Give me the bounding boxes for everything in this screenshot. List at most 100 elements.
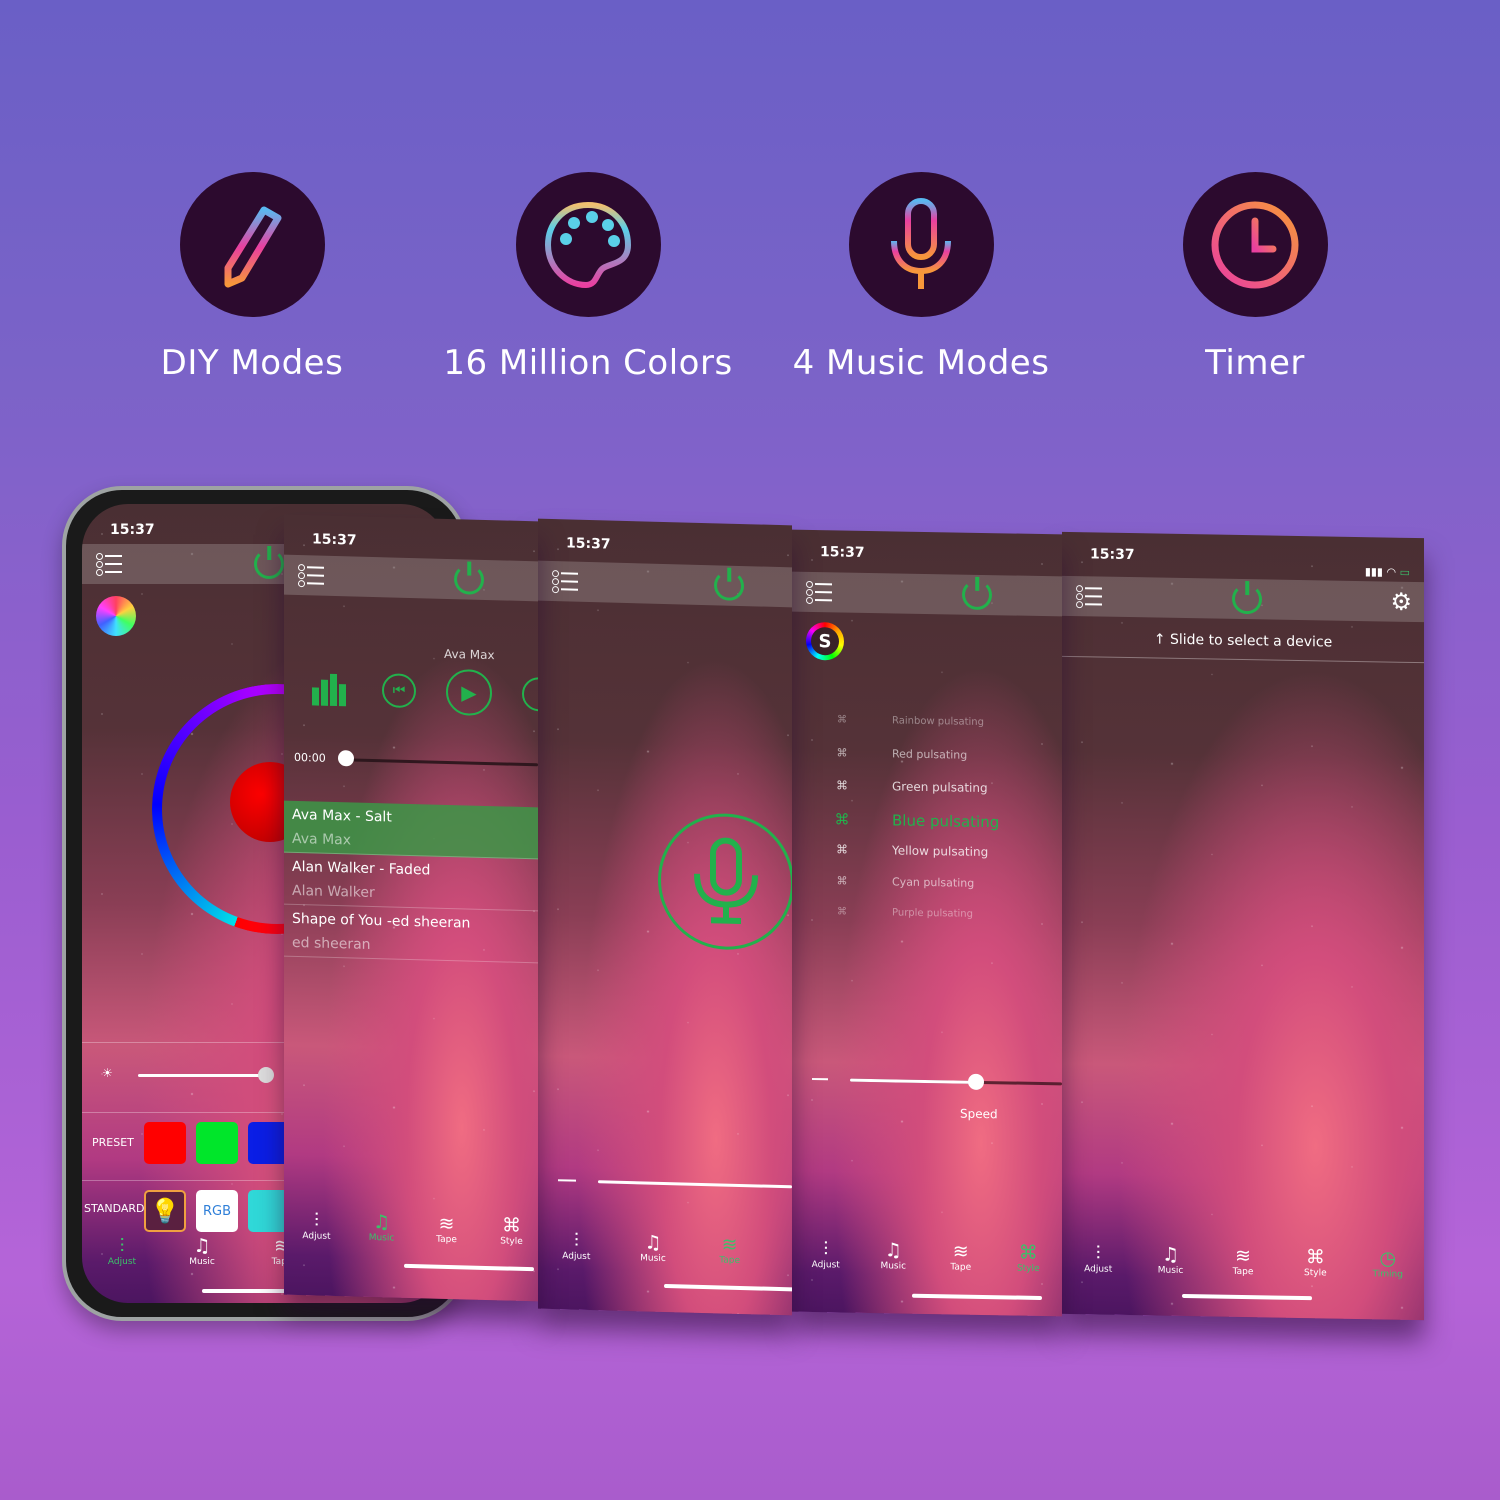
style-list-item[interactable]: ⌘ Red pulsating [792,746,1062,764]
tab-tape[interactable]: ≋ Tape [417,1212,477,1246]
power-icon[interactable] [254,549,284,579]
style-list-item[interactable]: ⌘ Yellow pulsating [792,842,1062,861]
status-time: 15:37 [312,531,357,549]
command-icon: ⌘ [837,714,847,726]
brightness-slider-knob[interactable] [258,1067,274,1083]
song-list-item[interactable]: Alan Walker - Faded Alan Walker [284,852,538,912]
tab-adjust[interactable]: ⫶ Adjust [546,1229,606,1263]
wave-note-icon: ≋ [952,1240,969,1263]
gear-icon[interactable]: ⚙ [1390,588,1412,616]
feature-16-million-colors: 16 Million Colors [438,172,738,383]
tab-music[interactable]: ♫ Music [352,1210,412,1244]
play-button[interactable]: ▶ [446,668,492,717]
tab-tape[interactable]: ≋ Tape [700,1233,760,1267]
previous-track-button[interactable]: ⏮ [382,673,416,709]
style-list-item[interactable]: ⌘ Rainbow pulsating [792,714,1062,730]
tab-music[interactable]: ♫ Music [623,1231,683,1265]
tab-style[interactable]: ⌘ Style [998,1241,1058,1274]
elapsed-time: 00:00 [294,750,326,765]
brightness-slider[interactable] [138,1074,266,1077]
speed-slider-knob[interactable] [968,1073,984,1090]
next-track-button[interactable] [522,676,538,712]
sliders-icon: ⫶ [823,1238,829,1261]
menu-icon[interactable] [806,580,834,604]
timer-icon: ◷ [1379,1247,1397,1270]
progress-slider[interactable] [346,758,538,767]
song-list-item[interactable]: Shape of You -ed sheeran ed sheeran [284,904,538,964]
tab-music[interactable]: ♫ Music [172,1235,232,1267]
style-list-item[interactable]: ⌘ Cyan pulsating [792,874,1062,892]
style-name: Green pulsating [892,779,988,796]
tab-timing[interactable]: ◷ Timing [1358,1247,1418,1280]
song-list: Ava Max - Salt Ava Max Alan Walker - Faded… [284,800,538,964]
app-screen-music: 15:37 Ava Max ⏮ ▶ 00:00 Ava Max - Salt Av… [284,514,538,1302]
sensitivity-min-icon [558,1179,576,1182]
color-wheel-icon[interactable] [96,596,136,636]
music-note-icon: ♫ [372,1211,391,1234]
wave-note-icon: ≋ [438,1212,455,1236]
command-icon: ⌘ [836,778,848,793]
feature-diy-modes: DIY Modes [102,172,402,383]
power-icon[interactable] [962,579,992,611]
status-time: 15:37 [820,544,865,561]
tab-adjust[interactable]: ⫶ Adjust [92,1235,152,1267]
style-name: Cyan pulsating [892,875,975,890]
microphone-icon [848,172,994,317]
feature-label: DIY Modes [160,343,344,383]
microphone-button[interactable] [658,811,792,952]
feature-timer: Timer [1105,172,1405,383]
power-icon[interactable] [1232,583,1262,615]
style-list-item[interactable]: ⌘ Green pulsating [792,778,1062,797]
app-screen-tape: 15:37 ⫶ Adjust ♫ Music ≋ Tape [538,518,792,1316]
style-mode-icon[interactable]: S [806,621,844,661]
equalizer-icon[interactable] [312,673,346,707]
music-note-icon: ♫ [1162,1243,1180,1266]
device-select-hint[interactable]: ↑ Slide to select a device [1062,629,1424,664]
speed-slider-fill [850,1078,976,1084]
preset-color-green[interactable] [196,1122,238,1164]
tab-adjust[interactable]: ⫶ Adjust [796,1238,856,1271]
feature-row: DIY Modes 16 Million Colors 4 Music Mode… [0,172,1500,402]
menu-icon[interactable] [552,569,580,594]
sliders-icon: ⫶ [314,1209,319,1232]
standard-label: STANDARD [84,1202,145,1215]
command-icon: ⌘ [834,810,850,829]
style-list-item[interactable]: ⌘ Purple pulsating [792,906,1062,922]
command-icon: ⌘ [1305,1246,1325,1269]
sensitivity-slider[interactable] [598,1180,792,1189]
palette-icon [515,172,661,317]
tab-style[interactable]: ⌘ Style [482,1214,539,1248]
menu-icon[interactable] [298,563,326,588]
preset-label: PRESET [92,1136,134,1149]
status-time: 15:37 [110,522,155,538]
tab-music[interactable]: ♫ Music [863,1239,923,1272]
tab-tape[interactable]: ≋ Tape [931,1240,991,1273]
speed-label: Speed [960,1106,998,1122]
song-list-item[interactable]: Ava Max - Salt Ava Max [284,800,538,860]
tab-adjust[interactable]: ⫶ Adjust [287,1209,347,1243]
tab-bar: ⫶ Adjust ♫ Music ≋ Tape [538,1215,768,1281]
sliders-icon: ⫶ [1095,1242,1101,1265]
power-icon[interactable] [714,570,744,602]
style-list-item[interactable]: ⌘ Blue pulsating [792,810,1062,833]
command-icon: ⌘ [836,874,848,888]
tab-tape[interactable]: ≋ Tape [1213,1244,1273,1277]
status-time: 15:37 [566,535,611,553]
tab-adjust[interactable]: ⫶ Adjust [1068,1242,1128,1275]
tab-bar: ⫶ Adjust ♫ Music ≋ Tape ⌘ Style ◷ Timing [1062,1228,1424,1294]
power-icon[interactable] [454,564,484,595]
tab-bar: ⫶ Adjust ♫ Music ≋ Tape ⌘ Style [284,1195,538,1262]
app-screen-style: 15:37 S ⌘ Rainbow pulsating ⌘ Red pulsating… [792,529,1062,1317]
song-artist: Ava Max [292,830,352,849]
preset-color-red[interactable] [144,1122,186,1164]
feature-label: 4 Music Modes [792,343,1050,383]
clock-icon [1182,172,1328,317]
style-name: Yellow pulsating [892,843,989,860]
menu-icon[interactable] [1076,584,1104,608]
progress-knob[interactable] [338,750,354,767]
status-icons: ▮▮▮ ◠ ▭ [1364,565,1410,579]
tab-music[interactable]: ♫ Music [1141,1243,1201,1276]
tab-style[interactable]: ⌘ Style [1285,1246,1345,1279]
menu-icon[interactable] [96,552,124,576]
home-indicator [1182,1293,1312,1301]
